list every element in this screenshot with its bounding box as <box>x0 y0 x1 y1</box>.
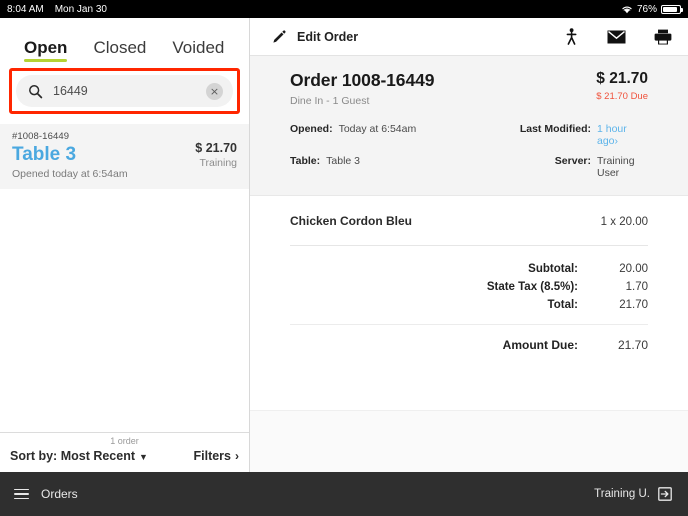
detail-header-actions <box>564 28 672 45</box>
total-value: 21.70 <box>578 299 648 311</box>
list-item[interactable]: #1008-16449 Table 3 Opened today at 6:54… <box>0 124 249 189</box>
edit-order-button[interactable]: Edit Order <box>272 30 358 44</box>
tax-row: State Tax (8.5%): 1.70 <box>290 278 648 296</box>
list-item-meta: $ 21.70 Training <box>195 131 237 169</box>
status-date: Mon Jan 30 <box>55 4 107 15</box>
order-type-guests: Dine In - 1 Guest <box>290 95 596 107</box>
meta-server-value: Training User <box>597 155 648 179</box>
order-detail-pane: Edit Order Order 1008 <box>250 18 688 472</box>
status-bar: 8:04 AM Mon Jan 30 76% <box>0 0 688 18</box>
order-summary: Order 1008-16449 Dine In - 1 Guest $ 21.… <box>250 56 688 196</box>
user-label: Training U. <box>594 488 650 500</box>
menu-label: Orders <box>41 487 78 501</box>
meta-last-modified-label: Last Modified: <box>505 123 591 147</box>
detail-footer-space <box>250 410 688 472</box>
orders-sidebar: Open Closed Voided 16449 × <box>0 18 250 472</box>
tab-closed[interactable]: Closed <box>93 39 146 62</box>
order-due-badge: $ 21.70 Due <box>596 91 648 102</box>
user-logout-button[interactable]: Training U. <box>594 487 672 501</box>
order-total-amount: $ 21.70 <box>596 70 648 88</box>
status-bar-right: 76% <box>621 4 681 15</box>
total-label: Total: <box>388 299 578 311</box>
meta-opened: Opened: Today at 6:54am <box>290 123 469 147</box>
order-opened-time: Opened today at 6:54am <box>12 168 195 180</box>
meta-last-modified: Last Modified: 1 hour ago› <box>469 123 648 147</box>
chevron-right-icon: › <box>235 449 239 463</box>
tax-value: 1.70 <box>578 281 648 293</box>
meta-last-modified-value[interactable]: 1 hour ago› <box>597 123 648 147</box>
amount-due-value: 21.70 <box>578 338 648 352</box>
status-bar-left: 8:04 AM Mon Jan 30 <box>7 4 107 15</box>
battery-icon <box>661 5 681 14</box>
page-title: Order 1008-16449 <box>290 70 596 91</box>
sort-by-label: Sort by: Most Recent <box>10 449 135 463</box>
battery-percent: 76% <box>637 4 657 15</box>
item-name: Chicken Cordon Bleu <box>290 214 601 228</box>
filters-label: Filters <box>193 449 231 463</box>
search-input-value[interactable]: 16449 <box>53 85 196 98</box>
meta-server-label: Server: <box>505 155 591 179</box>
main-area: Open Closed Voided 16449 × <box>0 18 688 472</box>
wifi-icon <box>621 4 633 14</box>
chevron-down-icon: ▼ <box>139 452 148 462</box>
detail-header: Edit Order <box>250 18 688 56</box>
meta-table-value: Table 3 <box>326 155 360 179</box>
table-row[interactable]: Chicken Cordon Bleu 1 x 20.00 <box>290 212 648 228</box>
transfer-icon[interactable] <box>564 28 579 45</box>
sidebar-footer: 1 order Sort by: Most Recent ▼ Filters › <box>0 432 249 472</box>
order-amount: $ 21.70 <box>195 141 237 155</box>
hamburger-icon <box>14 489 29 500</box>
divider-totals <box>290 324 648 325</box>
divider <box>290 245 648 246</box>
search-highlight-box: 16449 × <box>9 68 240 114</box>
order-meta-grid: Opened: Today at 6:54am Last Modified: 1… <box>290 123 648 179</box>
amount-due-row: Amount Due: 21.70 <box>290 335 648 355</box>
pencil-icon <box>272 30 286 44</box>
order-status-tabs: Open Closed Voided <box>0 18 249 62</box>
tab-open[interactable]: Open <box>24 39 67 62</box>
order-table-name: Table 3 <box>12 143 195 167</box>
order-summary-top: Order 1008-16449 Dine In - 1 Guest $ 21.… <box>290 70 648 107</box>
meta-server: Server: Training User <box>469 155 648 179</box>
meta-table-label: Table: <box>290 155 320 179</box>
search-input[interactable]: 16449 × <box>16 75 233 107</box>
menu-button[interactable]: Orders <box>14 487 78 501</box>
edit-order-label: Edit Order <box>297 30 358 44</box>
meta-opened-value: Today at 6:54am <box>339 123 417 147</box>
meta-opened-label: Opened: <box>290 123 333 147</box>
order-items: Chicken Cordon Bleu 1 x 20.00 Subtotal: … <box>250 196 688 410</box>
tab-voided[interactable]: Voided <box>172 39 224 62</box>
status-time: 8:04 AM <box>7 4 44 15</box>
list-item-main: #1008-16449 Table 3 Opened today at 6:54… <box>12 131 195 180</box>
bottom-bar: Orders Training U. <box>0 472 688 516</box>
filters-button[interactable]: Filters › <box>193 449 239 463</box>
search-icon <box>28 84 43 99</box>
order-list[interactable]: #1008-16449 Table 3 Opened today at 6:54… <box>0 124 249 432</box>
meta-table: Table: Table 3 <box>290 155 469 179</box>
tax-label: State Tax (8.5%): <box>388 281 578 293</box>
order-summary-right: $ 21.70 $ 21.70 Due <box>596 70 648 102</box>
sort-by-button[interactable]: Sort by: Most Recent ▼ <box>10 449 148 463</box>
order-number: #1008-16449 <box>12 131 195 142</box>
clear-icon[interactable]: × <box>206 83 223 100</box>
order-totals: Subtotal: 20.00 State Tax (8.5%): 1.70 T… <box>290 260 648 355</box>
order-count: 1 order <box>0 435 249 447</box>
email-icon[interactable] <box>607 30 626 44</box>
order-mode-tag: Training <box>195 157 237 169</box>
subtotal-label: Subtotal: <box>388 263 578 275</box>
app-screen: 8:04 AM Mon Jan 30 76% Open Closed Voide… <box>0 0 688 516</box>
item-qty-price: 1 x 20.00 <box>601 216 648 228</box>
print-icon[interactable] <box>654 29 672 45</box>
amount-due-label: Amount Due: <box>388 338 578 352</box>
subtotal-row: Subtotal: 20.00 <box>290 260 648 278</box>
subtotal-value: 20.00 <box>578 263 648 275</box>
order-summary-left: Order 1008-16449 Dine In - 1 Guest <box>290 70 596 107</box>
sidebar-footer-controls: Sort by: Most Recent ▼ Filters › <box>0 447 249 472</box>
logout-icon[interactable] <box>658 487 672 501</box>
search-area: 16449 × <box>0 62 249 124</box>
total-row: Total: 21.70 <box>290 296 648 314</box>
